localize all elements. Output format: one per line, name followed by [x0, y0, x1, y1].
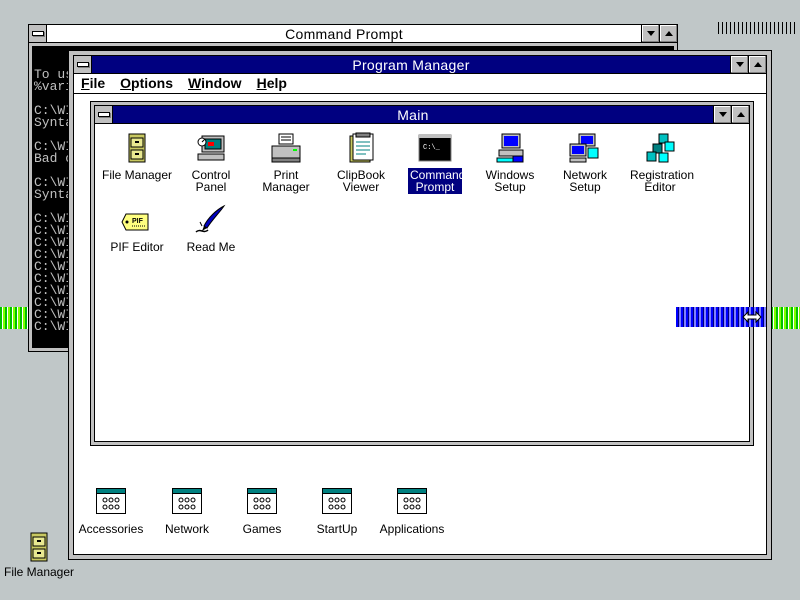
program-item-network-setup[interactable]: Network Setup — [547, 132, 623, 194]
program-group-icon — [172, 488, 202, 514]
program-group-icon — [322, 488, 352, 514]
pif-tag-icon: PIF — [120, 204, 154, 236]
group-icon-label: Accessories — [78, 522, 144, 536]
menu-bar: File Options Window Help — [74, 74, 766, 94]
group-icon-applications[interactable]: Applications — [376, 488, 448, 536]
maximize-button[interactable] — [659, 25, 677, 42]
control-panel-icon — [194, 132, 228, 164]
program-item-clipbook-viewer[interactable]: ClipBook Viewer — [323, 132, 399, 194]
program-group-icon — [247, 488, 277, 514]
system-menu-button[interactable] — [29, 25, 47, 42]
desktop-green-stripe-left — [0, 307, 30, 329]
group-icon-accessories[interactable]: Accessories — [75, 488, 147, 536]
program-item-print-manager[interactable]: Print Manager — [248, 132, 324, 194]
program-item-label: Control Panel — [191, 168, 231, 194]
svg-text:C:\_: C:\_ — [423, 144, 441, 152]
group-icon-label: Network — [164, 522, 209, 536]
program-item-label: File Manager — [101, 168, 173, 182]
menu-help[interactable]: Help — [250, 74, 295, 93]
minimize-button[interactable] — [641, 25, 659, 42]
desktop-barcode-pattern — [718, 22, 798, 34]
horizontal-resize-cursor-icon — [742, 308, 762, 326]
minimize-button[interactable] — [730, 56, 748, 73]
program-group-icon — [397, 488, 427, 514]
desktop-icon-label: File Manager — [3, 565, 75, 579]
window-title: Command Prompt — [285, 25, 403, 42]
quill-pen-icon — [194, 204, 228, 236]
printer-icon — [269, 132, 303, 164]
system-menu-button[interactable] — [74, 56, 92, 73]
main-group-titlebar[interactable]: Main — [95, 106, 749, 124]
minimize-button[interactable] — [713, 106, 731, 123]
program-item-label: Print Manager — [262, 168, 310, 194]
desktop-icon-file-manager[interactable]: File Manager — [2, 532, 76, 579]
program-item-control-panel[interactable]: Control Panel — [173, 132, 249, 194]
program-item-read-me[interactable]: Read Me — [173, 204, 249, 254]
group-icon-games[interactable]: Games — [226, 488, 298, 536]
main-group-window[interactable]: Main File Manager Control Panel Print Ma… — [90, 101, 754, 446]
svg-text:PIF: PIF — [132, 218, 144, 225]
menu-window[interactable]: Window — [181, 74, 250, 93]
program-item-pif-editor[interactable]: PIF PIF Editor — [99, 204, 175, 254]
maximize-button[interactable] — [748, 56, 766, 73]
file-cabinet-icon — [22, 532, 56, 562]
window-title: Program Manager — [352, 56, 470, 73]
program-item-file-manager[interactable]: File Manager — [99, 132, 175, 182]
program-item-label: ClipBook Viewer — [336, 168, 386, 194]
group-icon-network[interactable]: Network — [151, 488, 223, 536]
group-icon-label: StartUp — [316, 522, 358, 536]
program-item-command-prompt[interactable]: C:\_ Command Prompt — [397, 132, 473, 194]
menu-options[interactable]: Options — [113, 74, 181, 93]
program-item-windows-setup[interactable]: Windows Setup — [472, 132, 548, 194]
program-item-label: Read Me — [186, 240, 236, 254]
menu-file[interactable]: File — [74, 74, 113, 93]
program-item-label: Network Setup — [562, 168, 607, 194]
registry-cubes-icon — [643, 132, 677, 164]
ms-dos-prompt-icon: C:\_ — [418, 132, 452, 164]
main-group-client[interactable]: Main File Manager Control Panel Print Ma… — [94, 105, 750, 442]
program-item-label: PIF Editor — [110, 240, 164, 254]
group-title: Main — [397, 106, 429, 123]
system-menu-button[interactable] — [95, 106, 113, 123]
program-item-label: Command Prompt — [408, 168, 466, 194]
program-item-label: Windows Setup — [485, 168, 535, 194]
maximize-button[interactable] — [731, 106, 749, 123]
group-icon-label: Games — [242, 522, 282, 536]
program-item-label: Registration Editor — [630, 168, 695, 194]
file-cabinet-icon — [120, 132, 154, 164]
program-manager-client[interactable]: Program Manager File Options Window Help… — [73, 55, 767, 555]
program-group-icon — [96, 488, 126, 514]
program-item-registration-editor[interactable]: Registration Editor — [622, 132, 698, 194]
program-manager-titlebar[interactable]: Program Manager — [74, 56, 766, 74]
group-icon-startup[interactable]: StartUp — [301, 488, 373, 536]
command-prompt-titlebar[interactable]: Command Prompt — [29, 25, 677, 43]
network-computers-icon — [568, 132, 602, 164]
computer-setup-icon — [493, 132, 527, 164]
program-manager-window[interactable]: Program Manager File Options Window Help… — [68, 50, 772, 560]
clipbook-icon — [344, 132, 378, 164]
group-icon-label: Applications — [379, 522, 445, 536]
